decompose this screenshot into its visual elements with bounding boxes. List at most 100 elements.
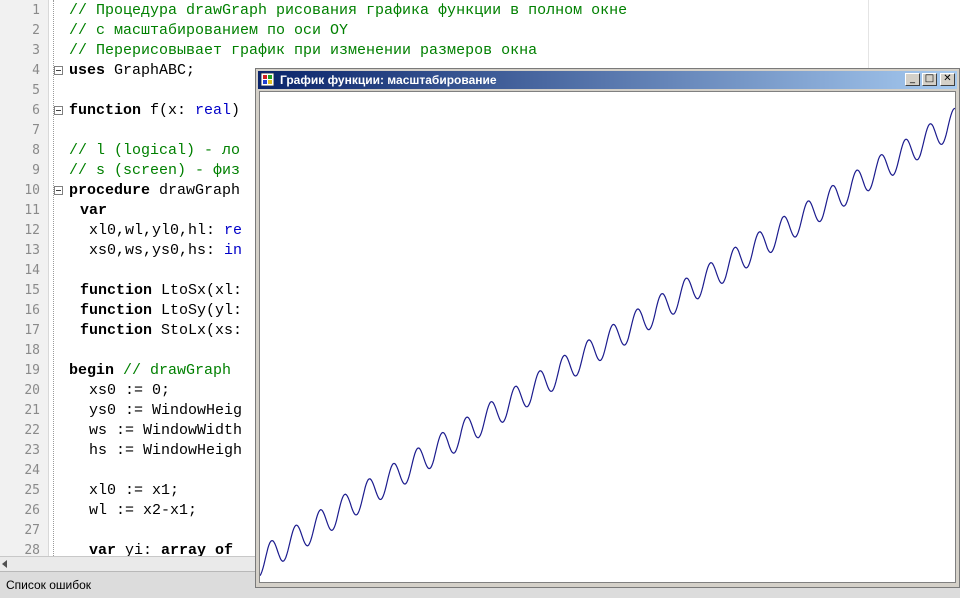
line-number: 24 — [24, 463, 40, 478]
horizontal-scrollbar[interactable] — [0, 556, 256, 571]
code-keyword: array — [161, 542, 207, 556]
code-keyword: function — [69, 102, 142, 119]
line-number: 7 — [32, 123, 40, 138]
code-token: hs := WindowHeigh — [89, 442, 243, 459]
fold-icon[interactable] — [54, 186, 63, 195]
line-number: 9 — [32, 163, 40, 178]
line-number: 17 — [24, 323, 40, 338]
line-number: 27 — [24, 523, 40, 538]
code-text: // l (logical) - ло — [69, 141, 240, 161]
code-text: xs0,ws,ys0,hs: in — [80, 241, 242, 261]
code-token: ) — [231, 102, 241, 119]
minimize-button[interactable]: _ — [905, 73, 920, 86]
function-curve — [260, 107, 955, 576]
line-number: 25 — [24, 483, 40, 498]
line-number: 6 — [32, 103, 40, 118]
code-token: LtoSx(xl: — [152, 282, 243, 299]
code-text: function f(x: real) — [69, 101, 240, 121]
line-number: 2 — [32, 23, 40, 38]
code-keyword: begin — [69, 362, 115, 379]
line-number: 11 — [24, 203, 40, 218]
scroll-left-arrow-icon[interactable] — [2, 560, 7, 568]
minimize-icon: _ — [910, 73, 915, 84]
code-text: procedure drawGraph — [69, 181, 240, 201]
code-text: function LtoSy(yl: — [80, 301, 242, 321]
code-token: xs0 := 0; — [89, 382, 171, 399]
line-number: 8 — [32, 143, 40, 158]
code-text: xl0,wl,yl0,hl: re — [80, 221, 242, 241]
line-number: 4 — [32, 63, 40, 78]
code-type: in — [224, 242, 243, 259]
line-number: 14 — [24, 263, 40, 278]
code-text: begin // drawGraph — [69, 361, 231, 381]
window-title: График функции: масштабирование — [280, 73, 497, 87]
code-keyword: var — [80, 202, 108, 219]
code-token: LtoSy(yl: — [152, 302, 243, 319]
code-text: ys0 := WindowHeig — [89, 401, 242, 421]
code-text: var — [80, 201, 107, 221]
line-number: 19 — [24, 363, 40, 378]
line-number: 22 — [24, 423, 40, 438]
code-token: wl := x2-x1; — [89, 502, 198, 519]
graph-plot — [260, 107, 955, 576]
code-keyword: function — [80, 282, 153, 299]
code-comment: // Процедура drawGraph рисования графика… — [69, 2, 628, 19]
line-number: 1 — [32, 3, 40, 18]
maximize-button[interactable]: □ — [922, 73, 937, 86]
line-number: 16 — [24, 303, 40, 318]
code-text: function LtoSx(xl: — [80, 281, 242, 301]
code-comment: // с масштабированием по оси OY — [69, 22, 349, 39]
maximize-icon: □ — [924, 73, 935, 84]
code-comment: // Перерисовывает график при изменении р… — [69, 42, 538, 59]
error-list-label[interactable]: Список ошибок — [6, 578, 91, 592]
code-line[interactable]: 2 // с масштабированием по оси OY — [0, 21, 960, 41]
line-number: 3 — [32, 43, 40, 58]
line-number: 12 — [24, 223, 40, 238]
code-line[interactable]: 1 // Процедура drawGraph рисования график… — [0, 1, 960, 21]
code-comment: // drawGraph — [114, 362, 232, 379]
code-text: var yi: array of — [89, 541, 233, 556]
code-token: xl0,wl,yl0,hl: — [80, 222, 225, 239]
code-text: function StoLx(xs: — [80, 321, 242, 341]
line-number: 15 — [24, 283, 40, 298]
code-text: wl := x2-x1; — [89, 501, 197, 521]
line-number: 5 — [32, 83, 40, 98]
code-text: // Процедура drawGraph рисования графика… — [69, 1, 627, 21]
fold-icon[interactable] — [54, 106, 63, 115]
code-text: // Перерисовывает график при изменении р… — [69, 41, 537, 61]
window-titlebar[interactable]: График функции: масштабирование _ □ ✕ — [258, 71, 957, 89]
code-comment: // s (screen) - физ — [69, 162, 241, 179]
close-icon: ✕ — [943, 73, 952, 84]
code-token: drawGraph — [150, 182, 241, 199]
code-keyword: procedure — [69, 182, 151, 199]
code-token: f(x: — [141, 102, 196, 119]
code-keyword: var — [89, 542, 117, 556]
code-text: hs := WindowHeigh — [89, 441, 242, 461]
code-comment: // l (logical) - ло — [69, 142, 241, 159]
code-keyword: uses — [69, 62, 106, 79]
code-text: uses GraphABC; — [69, 61, 195, 81]
code-type: re — [224, 222, 243, 239]
code-type: real — [195, 102, 232, 119]
line-number: 20 — [24, 383, 40, 398]
code-line[interactable]: 3 // Перерисовывает график при изменении … — [0, 41, 960, 61]
line-number: 13 — [24, 243, 40, 258]
graph-canvas — [259, 91, 956, 583]
code-token: xs0,ws,ys0,hs: — [80, 242, 225, 259]
code-token: GraphABC; — [105, 62, 196, 79]
code-text: xl0 := x1; — [89, 481, 179, 501]
code-token: yi: — [116, 542, 162, 556]
close-button[interactable]: ✕ — [940, 73, 955, 86]
code-token: ys0 := WindowHeig — [89, 402, 243, 419]
line-number: 26 — [24, 503, 40, 518]
fold-icon[interactable] — [54, 66, 63, 75]
code-keyword: of — [206, 542, 234, 556]
code-text: // с масштабированием по оси OY — [69, 21, 348, 41]
code-text: // s (screen) - физ — [69, 161, 240, 181]
code-keyword: function — [80, 322, 153, 339]
app-icon — [261, 73, 274, 86]
code-text: xs0 := 0; — [89, 381, 170, 401]
code-keyword: function — [80, 302, 153, 319]
line-number: 18 — [24, 343, 40, 358]
graph-window[interactable]: График функции: масштабирование _ □ ✕ — [255, 68, 960, 588]
